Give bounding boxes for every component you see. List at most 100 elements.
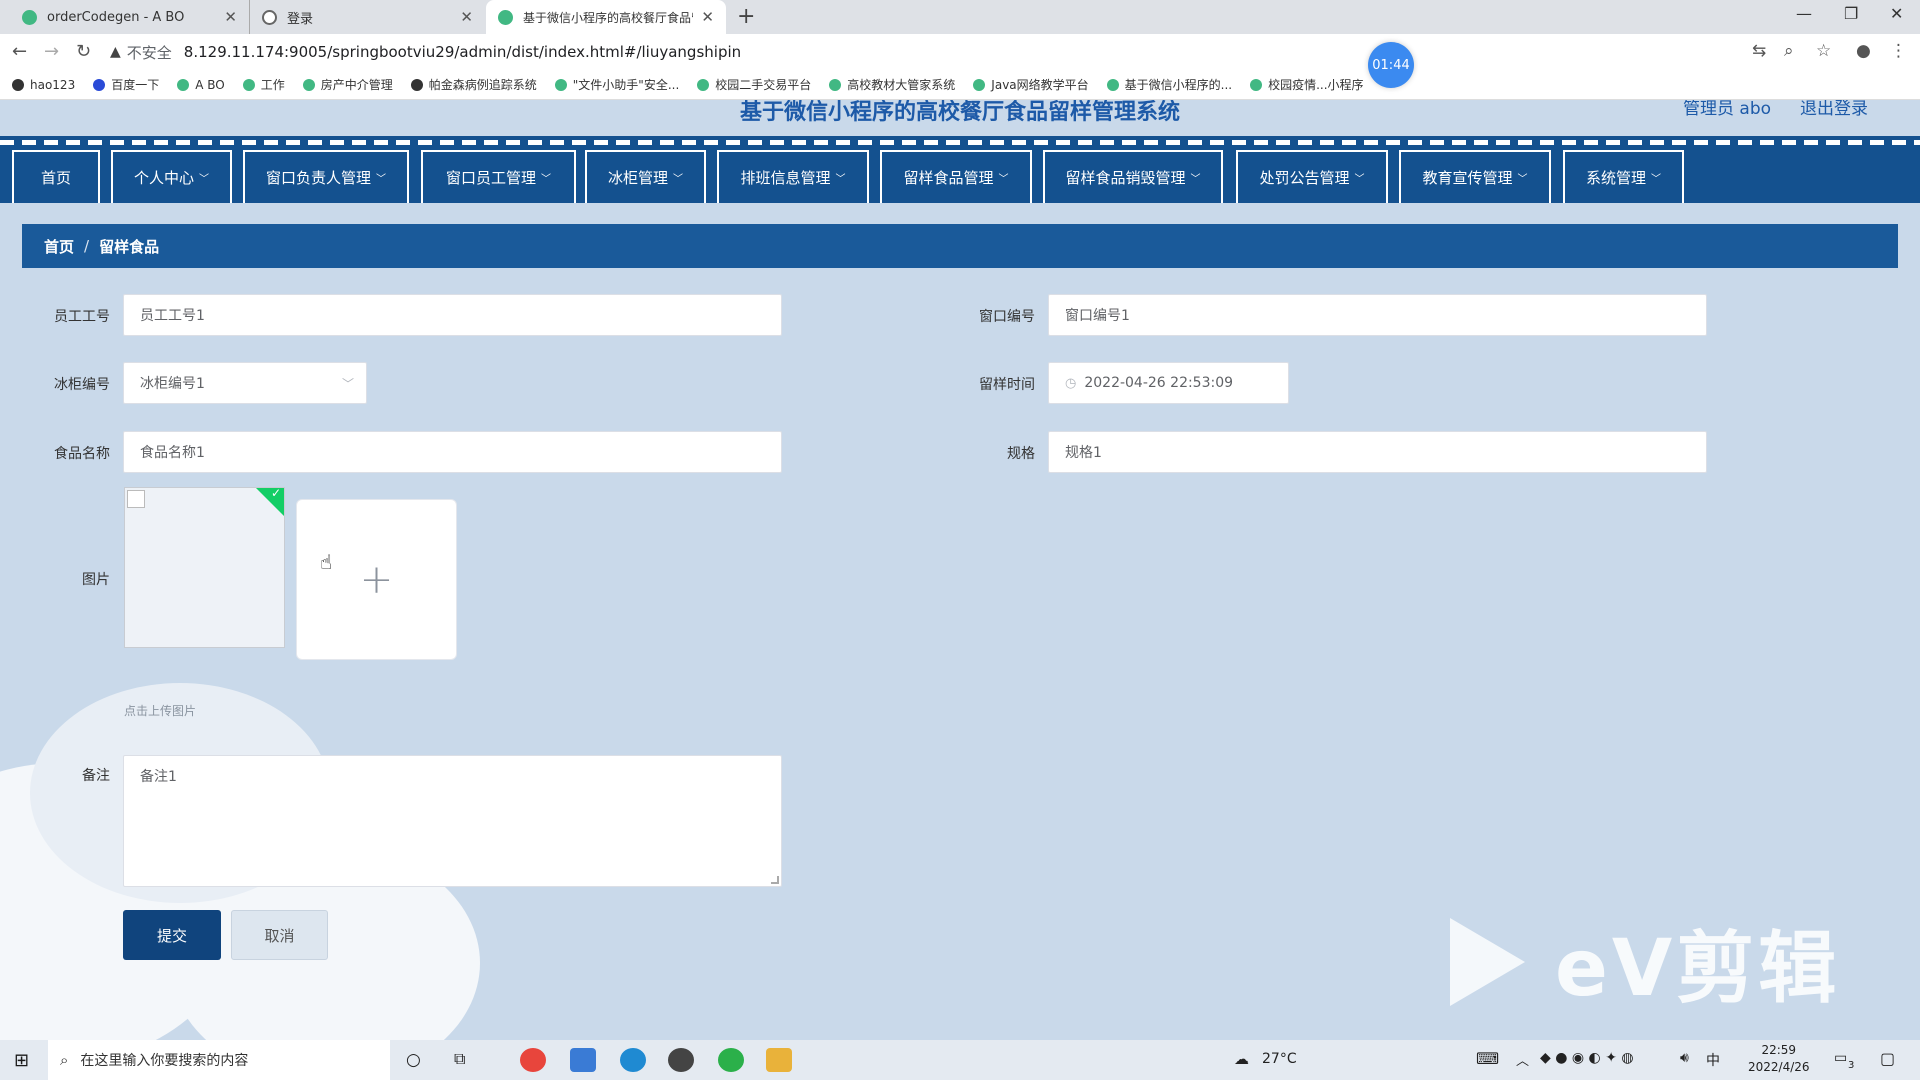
clock-icon: ◷ xyxy=(1065,375,1077,391)
forward-icon[interactable]: → xyxy=(44,41,59,62)
browser-tab[interactable]: orderCodegen - A BO ✕ xyxy=(10,0,250,34)
zoom-icon[interactable]: ⌕ xyxy=(1784,41,1794,61)
windows-start-icon[interactable]: ⊞ xyxy=(14,1050,29,1071)
nav-penalty-notice[interactable]: 处罚公告管理 ﹀ xyxy=(1236,150,1388,203)
breadcrumb-separator: / xyxy=(84,237,90,255)
close-tab-icon[interactable]: ✕ xyxy=(701,8,714,26)
menu-icon[interactable]: ⋮ xyxy=(1890,41,1907,61)
weather-temp: 27°C xyxy=(1262,1051,1297,1067)
url-input[interactable]: ▲ 不安全 8.129.11.174:9005/springbootviu29/… xyxy=(110,38,1810,66)
action-center-icon[interactable]: ▢ xyxy=(1880,1049,1895,1068)
breadcrumb-home[interactable]: 首页 xyxy=(44,236,74,257)
vue-icon xyxy=(973,78,986,91)
remark-textarea[interactable]: 备注1 xyxy=(123,755,782,887)
uploaded-image-thumbnail[interactable]: ✓ xyxy=(124,486,285,648)
wechat-icon[interactable] xyxy=(718,1048,744,1072)
submit-button[interactable]: 提交 xyxy=(123,910,221,960)
spec-input[interactable]: 规格1 xyxy=(1048,431,1707,473)
bookmark-item[interactable]: 房产中介管理 xyxy=(302,76,393,93)
sample-time-picker[interactable]: ◷ 2022-04-26 22:53:09 xyxy=(1048,362,1289,404)
chevron-down-icon: ﹀ xyxy=(998,174,1009,185)
bookmark-item[interactable]: hao123 xyxy=(12,78,75,92)
bookmark-star-icon[interactable]: ☆ xyxy=(1816,41,1831,61)
close-window-icon[interactable]: ✕ xyxy=(1890,4,1903,23)
logout-link[interactable]: 退出登录 xyxy=(1800,100,1868,119)
bookmark-item[interactable]: 工作 xyxy=(242,76,285,93)
nav-schedule[interactable]: 排班信息管理 ﹀ xyxy=(717,150,869,203)
speaker-icon[interactable]: 🔊︎ xyxy=(1680,1050,1689,1066)
window-no-label: 窗口编号 xyxy=(979,309,1035,325)
file-explorer-icon[interactable] xyxy=(766,1048,792,1072)
nav-system[interactable]: 系统管理 ﹀ xyxy=(1563,150,1684,203)
app-avatar-icon[interactable] xyxy=(668,1048,694,1072)
browser-tab-active[interactable]: 基于微信小程序的高校餐厅食品留样管理系统 ✕ xyxy=(486,0,726,34)
ime-icon[interactable]: 中 xyxy=(1706,1050,1720,1070)
minimize-icon[interactable]: — xyxy=(1796,4,1812,23)
bookmark-item[interactable]: Java网络教学平台 xyxy=(973,76,1089,93)
nav-sample-destroy[interactable]: 留样食品销毁管理 ﹀ xyxy=(1043,150,1223,203)
remark-label: 备注 xyxy=(82,768,110,784)
back-icon[interactable]: ← xyxy=(12,41,27,62)
chevron-down-icon: ﹀ xyxy=(1517,174,1528,185)
chrome-icon[interactable] xyxy=(520,1048,546,1072)
image-label: 图片 xyxy=(82,572,110,588)
tab-title: 基于微信小程序的高校餐厅食品留样管理系统 xyxy=(523,10,693,25)
employee-no-input[interactable]: 员工工号1 xyxy=(123,294,782,336)
close-tab-icon[interactable]: ✕ xyxy=(224,8,237,26)
translate-icon[interactable]: ⇆ xyxy=(1752,41,1766,61)
bookmark-item[interactable]: 百度一下 xyxy=(93,76,159,93)
video-editor-icon[interactable] xyxy=(570,1048,596,1072)
notification-icon[interactable]: ▭ xyxy=(1834,1050,1847,1066)
tray-chevron-icon[interactable]: ︿ xyxy=(1516,1050,1529,1069)
tray-apps-icon[interactable]: ◆ ● ◉ ◐ ✦ ◍ xyxy=(1540,1050,1634,1066)
cortana-icon[interactable]: ○ xyxy=(406,1050,421,1070)
bookmark-item[interactable]: 帕金森病例追踪系统 xyxy=(410,76,537,93)
notification-count: 3 xyxy=(1848,1060,1855,1071)
restore-icon[interactable]: ❐ xyxy=(1844,4,1858,23)
window-no-input[interactable]: 窗口编号1 xyxy=(1048,294,1707,336)
browser-tab-bar: orderCodegen - A BO ✕ 登录 ✕ 基于微信小程序的高校餐厅食… xyxy=(0,0,1920,34)
tab-title: 登录 xyxy=(287,11,314,27)
plus-icon: + xyxy=(359,556,394,603)
breadcrumb: 首页 / 留样食品 xyxy=(22,224,1898,268)
nav-sample-food[interactable]: 留样食品管理 ﹀ xyxy=(880,150,1032,203)
spec-label: 规格 xyxy=(1007,446,1035,462)
reload-icon[interactable]: ↻ xyxy=(76,41,91,62)
vue-icon xyxy=(177,78,190,91)
warning-icon: ▲ xyxy=(110,44,121,60)
bookmark-item[interactable]: 校园二手交易平台 xyxy=(697,76,811,93)
chevron-down-icon: ﹀ xyxy=(1354,174,1365,185)
bookmark-item[interactable]: A BO xyxy=(177,78,225,92)
vue-favicon-icon xyxy=(22,9,37,25)
sample-time-label: 留样时间 xyxy=(979,377,1035,393)
food-name-input[interactable]: 食品名称1 xyxy=(123,431,782,473)
nav-freezer[interactable]: 冰柜管理 ﹀ xyxy=(585,150,706,203)
nav-home[interactable]: 首页 xyxy=(12,150,100,203)
bookmark-item[interactable]: 基于微信小程序的... xyxy=(1106,76,1232,93)
bookmark-item[interactable]: "文件小助手"安全... xyxy=(554,76,679,93)
task-view-icon[interactable]: ⧉ xyxy=(454,1049,465,1069)
vue-favicon-icon xyxy=(498,9,513,25)
freezer-no-select[interactable]: 冰柜编号1 ﹀ xyxy=(123,362,367,404)
taskbar-search-box[interactable]: ⌕ 在这里输入你要搜索的内容 xyxy=(48,1040,390,1080)
edge-icon[interactable] xyxy=(620,1048,646,1072)
chevron-down-icon: ﹀ xyxy=(376,174,386,185)
resize-handle-icon[interactable] xyxy=(771,876,779,884)
nav-window-manager[interactable]: 窗口负责人管理 ﹀ xyxy=(243,150,409,203)
bookmark-item[interactable]: 校园疫情...小程序 xyxy=(1250,76,1364,93)
user-info: 管理员 abo xyxy=(1683,100,1772,119)
bookmark-item[interactable]: 高校教材大管家系统 xyxy=(829,76,955,93)
check-icon: ✓ xyxy=(270,486,281,500)
nav-education[interactable]: 教育宣传管理 ﹀ xyxy=(1399,150,1551,203)
employee-no-label: 员工工号 xyxy=(54,309,110,325)
keyboard-icon[interactable]: ⌨ xyxy=(1476,1049,1499,1068)
close-tab-icon[interactable]: ✕ xyxy=(460,8,473,26)
image-upload-button[interactable]: + xyxy=(296,499,457,660)
new-tab-icon[interactable]: + xyxy=(737,4,755,29)
nav-window-staff[interactable]: 窗口员工管理 ﹀ xyxy=(421,150,576,203)
browser-tab[interactable]: 登录 ✕ xyxy=(250,0,485,34)
cancel-button[interactable]: 取消 xyxy=(231,910,328,960)
profile-icon[interactable]: ● xyxy=(1856,41,1871,61)
taskbar-clock[interactable]: 22:59 2022/4/26 xyxy=(1748,1042,1810,1076)
nav-personal-center[interactable]: 个人中心 ﹀ xyxy=(111,150,232,203)
